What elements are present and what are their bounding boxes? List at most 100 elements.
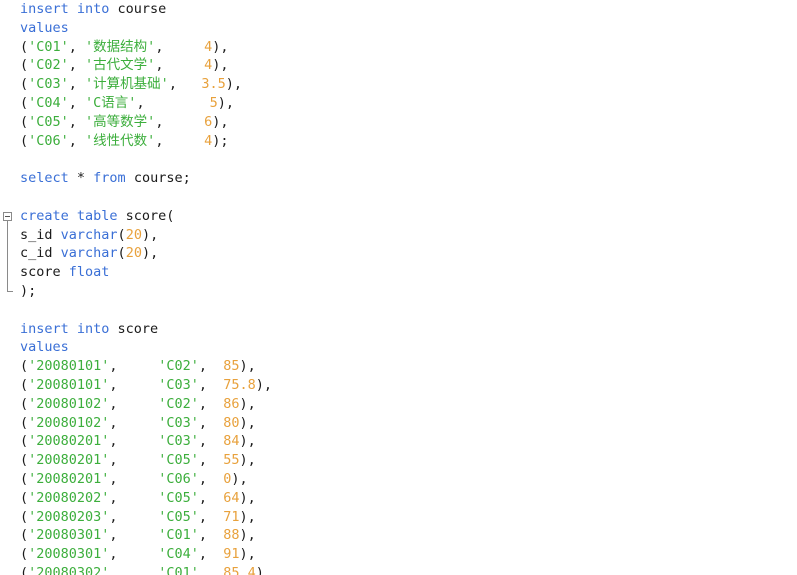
punctuation-token: (: [20, 470, 29, 487]
punctuation-token: ,: [155, 57, 205, 74]
string-literal-token: '计算机基础': [85, 76, 169, 93]
number-literal-token: 4: [204, 38, 213, 55]
code-line[interactable]: ('20080301', 'C04', 91),: [20, 545, 797, 564]
number-literal-token: 4: [204, 132, 213, 149]
punctuation-token: ,: [198, 546, 224, 563]
punctuation-token: (: [20, 38, 29, 55]
string-literal-token: 'C06': [28, 132, 69, 149]
code-line[interactable]: ('C03', '计算机基础', 3.5),: [20, 75, 797, 94]
punctuation-token: ,: [198, 358, 224, 375]
code-line[interactable]: [20, 150, 797, 169]
code-line[interactable]: );: [20, 282, 797, 301]
punctuation-token: ,: [198, 376, 224, 393]
punctuation-token: (: [20, 546, 29, 563]
number-literal-token: 20: [125, 226, 142, 243]
code-line[interactable]: ('20080101', 'C02', 85),: [20, 357, 797, 376]
string-literal-token: 'C05': [158, 452, 199, 469]
string-literal-token: '数据结构': [85, 38, 156, 55]
punctuation-token: ,: [109, 358, 159, 375]
code-line[interactable]: ('20080101', 'C03', 75.8),: [20, 376, 797, 395]
code-line[interactable]: c_id varchar(20),: [20, 244, 797, 263]
punctuation-token: ),: [239, 395, 256, 412]
code-line[interactable]: ('20080202', 'C05', 64),: [20, 489, 797, 508]
code-editor[interactable]: insert into course values ('C01', '数据结构', …: [0, 0, 797, 575]
punctuation-token: (: [20, 57, 29, 74]
string-literal-token: '20080201': [28, 470, 110, 487]
code-line[interactable]: s_id varchar(20),: [20, 226, 797, 245]
string-literal-token: '20080202': [28, 489, 110, 506]
punctuation-token: ,: [155, 132, 205, 149]
punctuation-token: (: [20, 94, 29, 111]
string-literal-token: 'C01': [28, 38, 69, 55]
code-line[interactable]: score float: [20, 263, 797, 282]
string-literal-token: 'C06': [158, 470, 199, 487]
punctuation-token: (: [117, 226, 126, 243]
punctuation-token: ),: [239, 527, 256, 544]
code-line[interactable]: ('C01', '数据结构', 4),: [20, 38, 797, 57]
code-area[interactable]: insert into course values ('C01', '数据结构', …: [20, 0, 797, 575]
number-literal-token: 80: [223, 414, 240, 431]
punctuation-token: *: [68, 170, 94, 187]
code-line[interactable]: values: [20, 19, 797, 38]
code-line[interactable]: ('20080201', 'C05', 55),: [20, 451, 797, 470]
string-literal-token: 'C02': [158, 395, 199, 412]
code-line[interactable]: ('C02', '古代文学', 4),: [20, 56, 797, 75]
keyword-token: insert into: [20, 1, 118, 17]
code-line[interactable]: ('20080102', 'C02', 86),: [20, 395, 797, 414]
string-literal-token: '20080201': [28, 452, 110, 469]
code-line[interactable]: values: [20, 338, 797, 357]
keyword-token: insert into: [20, 320, 118, 337]
punctuation-token: (: [117, 245, 126, 262]
punctuation-token: ,: [68, 113, 86, 130]
string-literal-token: 'C03': [158, 433, 199, 450]
punctuation-token: ,: [109, 470, 159, 487]
punctuation-token: ,: [109, 527, 159, 544]
code-line[interactable]: insert into score: [20, 320, 797, 339]
code-line[interactable]: ('C05', '高等数学', 6),: [20, 113, 797, 132]
code-line[interactable]: insert into course: [20, 0, 797, 19]
string-literal-token: 'C05': [158, 508, 199, 525]
punctuation-token: ,: [198, 564, 224, 575]
punctuation-token: ,: [198, 414, 224, 431]
punctuation-token: ,: [109, 508, 159, 525]
code-line[interactable]: ('C04', 'C语言', 5),: [20, 94, 797, 113]
string-literal-token: 'C04': [158, 546, 199, 563]
punctuation-token: ,: [198, 527, 224, 544]
punctuation-token: ,: [68, 76, 86, 93]
punctuation-token: ,: [198, 470, 224, 487]
code-line[interactable]: create table score(: [20, 207, 797, 226]
code-line[interactable]: ('20080301', 'C01', 88),: [20, 526, 797, 545]
punctuation-token: ,: [109, 433, 159, 450]
code-line[interactable]: ('20080201', 'C03', 84),: [20, 432, 797, 451]
code-line[interactable]: ('20080203', 'C05', 71),: [20, 508, 797, 527]
code-line[interactable]: ('20080302', 'C01', 85.4),: [20, 564, 797, 575]
number-literal-token: 84: [223, 433, 240, 450]
string-literal-token: '20080201': [28, 433, 110, 450]
code-line[interactable]: ('20080102', 'C03', 80),: [20, 414, 797, 433]
keyword-token: select: [20, 170, 69, 187]
fold-end-marker: [7, 291, 13, 292]
string-literal-token: '高等数学': [85, 113, 156, 130]
punctuation-token: (: [20, 489, 29, 506]
string-literal-token: '20080101': [28, 376, 110, 393]
keyword-token: varchar: [60, 226, 118, 243]
keyword-token: values: [20, 19, 69, 36]
punctuation-token: ),: [239, 452, 256, 469]
string-literal-token: '20080101': [28, 358, 110, 375]
code-line[interactable]: select * from course;: [20, 169, 797, 188]
punctuation-token: ,: [68, 132, 86, 149]
punctuation-token: ,: [155, 113, 205, 130]
keyword-token: from: [93, 170, 134, 187]
punctuation-token: ,: [109, 395, 159, 412]
number-literal-token: 71: [223, 508, 240, 525]
punctuation-token: (: [20, 433, 29, 450]
code-line[interactable]: ('C06', '线性代数', 4);: [20, 132, 797, 151]
string-literal-token: 'C03': [28, 76, 69, 93]
fold-collapse-icon[interactable]: [3, 211, 12, 221]
code-line[interactable]: ('20080201', 'C06', 0),: [20, 470, 797, 489]
code-line[interactable]: [20, 301, 797, 320]
punctuation-token: ),: [239, 358, 256, 375]
identifier-token: c_id: [20, 245, 61, 262]
keyword-token: float: [68, 264, 110, 281]
code-line[interactable]: [20, 188, 797, 207]
